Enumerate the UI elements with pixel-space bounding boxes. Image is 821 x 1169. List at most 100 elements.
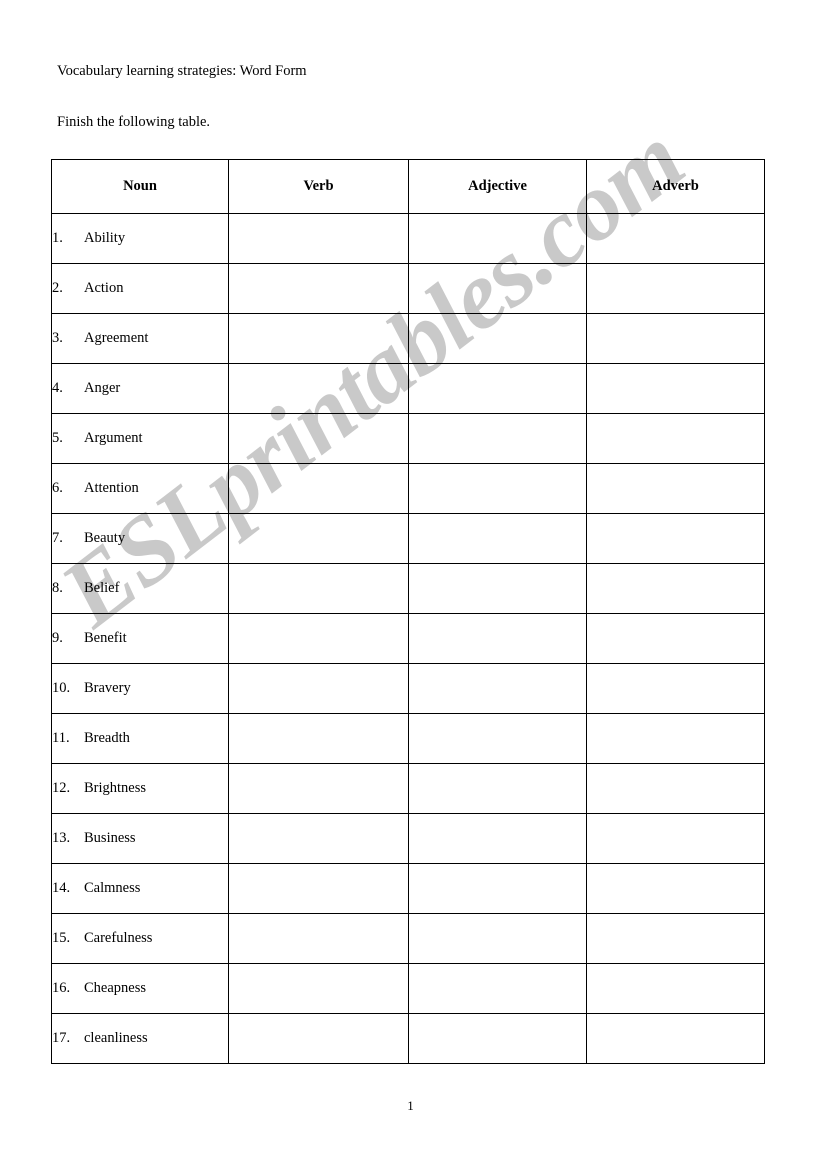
- row-number: 9.: [52, 630, 63, 646]
- verb-answer-cell[interactable]: [228, 363, 409, 414]
- table-row: 2. Action: [51, 263, 765, 314]
- verb-answer-cell[interactable]: [228, 263, 409, 314]
- noun-word: Action: [84, 280, 124, 296]
- adverb-answer-cell[interactable]: [586, 513, 765, 564]
- adjective-answer-cell[interactable]: [408, 813, 587, 864]
- noun-cell: 9. Benefit: [51, 613, 229, 664]
- noun-word: Belief: [84, 580, 120, 596]
- adverb-answer-cell[interactable]: [586, 463, 765, 514]
- noun-cell: 10. Bravery: [51, 663, 229, 714]
- adverb-answer-cell[interactable]: [586, 563, 765, 614]
- noun-cell: 5. Argument: [51, 413, 229, 464]
- adverb-answer-cell[interactable]: [586, 763, 765, 814]
- noun-cell: 8. Belief: [51, 563, 229, 614]
- adjective-answer-cell[interactable]: [408, 663, 587, 714]
- adjective-answer-cell[interactable]: [408, 713, 587, 764]
- verb-answer-cell[interactable]: [228, 863, 409, 914]
- noun-word: Argument: [84, 430, 143, 446]
- noun-word: Business: [84, 830, 136, 846]
- adjective-answer-cell[interactable]: [408, 763, 587, 814]
- verb-answer-cell[interactable]: [228, 613, 409, 664]
- verb-answer-cell[interactable]: [228, 213, 409, 264]
- adjective-answer-cell[interactable]: [408, 213, 587, 264]
- noun-word: Ability: [84, 230, 126, 246]
- row-number: 6.: [52, 480, 63, 496]
- table-row: 12. Brightness: [51, 763, 765, 814]
- adjective-answer-cell[interactable]: [408, 463, 587, 514]
- noun-cell: 4. Anger: [51, 363, 229, 414]
- noun-word: Brightness: [84, 780, 147, 796]
- noun-cell: 14. Calmness: [51, 863, 229, 914]
- noun-cell: 11. Breadth: [51, 713, 229, 764]
- adjective-answer-cell[interactable]: [408, 1013, 587, 1064]
- adverb-answer-cell[interactable]: [586, 713, 765, 764]
- verb-answer-cell[interactable]: [228, 913, 409, 964]
- adjective-answer-cell[interactable]: [408, 963, 587, 1014]
- noun-cell: 7. Beauty: [51, 513, 229, 564]
- worksheet-page: ESLprintables.com Vocabulary learning st…: [0, 0, 821, 1169]
- adverb-answer-cell[interactable]: [586, 1013, 765, 1064]
- adjective-answer-cell[interactable]: [408, 263, 587, 314]
- noun-cell: 2. Action: [51, 263, 229, 314]
- table-row: 7. Beauty: [51, 513, 765, 564]
- adverb-answer-cell[interactable]: [586, 363, 765, 414]
- adverb-answer-cell[interactable]: [586, 613, 765, 664]
- verb-answer-cell[interactable]: [228, 413, 409, 464]
- adjective-answer-cell[interactable]: [408, 513, 587, 564]
- verb-answer-cell[interactable]: [228, 763, 409, 814]
- noun-cell: 12. Brightness: [51, 763, 229, 814]
- adjective-answer-cell[interactable]: [408, 913, 587, 964]
- table-row: 8. Belief: [51, 563, 765, 614]
- verb-answer-cell[interactable]: [228, 1013, 409, 1064]
- adjective-answer-cell[interactable]: [408, 863, 587, 914]
- verb-answer-cell[interactable]: [228, 713, 409, 764]
- table-body: 1. Ability 2. Action 3. Agreement 4. Anger 5. Arg…: [51, 213, 765, 1064]
- adjective-answer-cell[interactable]: [408, 413, 587, 464]
- row-number: 1.: [52, 230, 63, 246]
- verb-answer-cell[interactable]: [228, 463, 409, 514]
- verb-answer-cell[interactable]: [228, 813, 409, 864]
- column-header-noun: Noun: [51, 159, 229, 214]
- verb-answer-cell[interactable]: [228, 563, 409, 614]
- noun-word: Calmness: [84, 880, 141, 896]
- verb-answer-cell[interactable]: [228, 313, 409, 364]
- row-number: 13.: [52, 830, 71, 846]
- adverb-answer-cell[interactable]: [586, 413, 765, 464]
- noun-word: Bravery: [84, 680, 131, 696]
- adverb-answer-cell[interactable]: [586, 213, 765, 264]
- noun-word: Benefit: [84, 630, 127, 646]
- adverb-answer-cell[interactable]: [586, 263, 765, 314]
- column-header-adverb: Adverb: [586, 159, 765, 214]
- verb-answer-cell[interactable]: [228, 663, 409, 714]
- noun-cell: 3. Agreement: [51, 313, 229, 364]
- row-number: 5.: [52, 430, 63, 446]
- adverb-answer-cell[interactable]: [586, 963, 765, 1014]
- noun-cell: 17. cleanliness: [51, 1013, 229, 1064]
- instruction-text: Finish the following table.: [57, 114, 211, 130]
- adjective-answer-cell[interactable]: [408, 613, 587, 664]
- noun-word: Anger: [84, 380, 121, 396]
- verb-answer-cell[interactable]: [228, 513, 409, 564]
- adverb-answer-cell[interactable]: [586, 913, 765, 964]
- table-row: 15. Carefulness: [51, 913, 765, 964]
- table-row: 5. Argument: [51, 413, 765, 464]
- adverb-answer-cell[interactable]: [586, 313, 765, 364]
- row-number: 7.: [52, 530, 63, 546]
- row-number: 15.: [52, 930, 71, 946]
- table-row: 14. Calmness: [51, 863, 765, 914]
- noun-cell: 16. Cheapness: [51, 963, 229, 1014]
- table-row: 13. Business: [51, 813, 765, 864]
- verb-answer-cell[interactable]: [228, 963, 409, 1014]
- row-number: 10.: [52, 680, 71, 696]
- adjective-answer-cell[interactable]: [408, 313, 587, 364]
- adverb-answer-cell[interactable]: [586, 663, 765, 714]
- row-number: 3.: [52, 330, 63, 346]
- table-header-row: Noun Verb Adjective Adverb: [51, 159, 765, 214]
- row-number: 16.: [52, 980, 71, 996]
- noun-word: cleanliness: [84, 1030, 148, 1046]
- adjective-answer-cell[interactable]: [408, 363, 587, 414]
- adverb-answer-cell[interactable]: [586, 813, 765, 864]
- page-title: Vocabulary learning strategies: Word For…: [57, 63, 307, 79]
- adjective-answer-cell[interactable]: [408, 563, 587, 614]
- adverb-answer-cell[interactable]: [586, 863, 765, 914]
